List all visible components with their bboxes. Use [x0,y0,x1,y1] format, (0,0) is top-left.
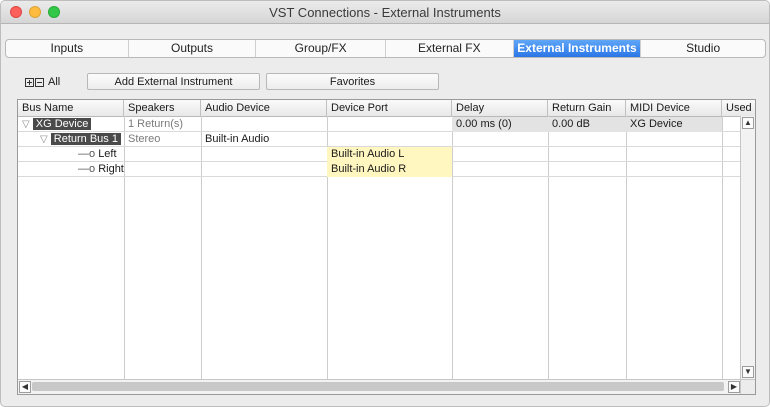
expand-all-icon[interactable] [25,77,34,87]
channel-label: Right [98,163,124,175]
audio-device-cell[interactable] [201,117,327,132]
scroll-right-icon[interactable]: ▶ [728,381,740,393]
horizontal-scroll-thumb[interactable] [32,382,724,391]
column-used[interactable]: Used [722,100,755,116]
scrollbar-corner [740,379,755,394]
collapse-all-icon[interactable] [35,77,44,87]
used-cell [722,117,741,132]
toolbar: All Add External Instrument Favorites [1,71,769,93]
column-speakers[interactable]: Speakers [124,100,201,116]
return-gain-cell [548,162,626,177]
table-row[interactable]: —o Left Built-in Audio L [18,147,741,162]
table-header: Bus Name Speakers Audio Device Device Po… [18,100,755,117]
column-midi-device[interactable]: MIDI Device [626,100,722,116]
tab-bar: Inputs Outputs Group/FX External FX Exte… [5,39,766,58]
used-cell [722,147,741,162]
return-gain-cell[interactable]: 0.00 dB [548,117,626,132]
delay-cell [452,147,548,162]
table-row[interactable]: ▽ Return Bus 1 Stereo Built-in Audio [18,132,741,147]
device-port-cell[interactable]: Built-in Audio R [327,162,452,177]
delay-cell [452,162,548,177]
vertical-scrollbar[interactable]: ▲ ▼ [740,116,755,379]
window-title: VST Connections - External Instruments [269,5,501,20]
tab-studio[interactable]: Studio [641,40,765,57]
bus-name-cell: —o Left [18,147,124,162]
channel-label: Left [98,148,117,160]
bus-name-label: Return Bus 1 [50,133,121,145]
table-row[interactable]: ▽ XG Device 1 Return(s) 0.00 ms (0) 0.00… [18,117,741,132]
scroll-left-icon[interactable]: ◀ [19,381,31,393]
midi-device-cell [626,162,722,177]
midi-device-cell[interactable]: XG Device [626,117,722,132]
bus-name-cell: ▽ Return Bus 1 [18,132,124,147]
vst-connections-window: VST Connections - External Instruments I… [0,0,770,407]
collapse-triangle-icon[interactable]: ▽ [22,119,30,130]
column-return-gain[interactable]: Return Gain [548,100,626,116]
midi-device-cell [626,132,722,147]
bus-name-cell: —o Right [18,162,124,177]
used-cell [722,162,741,177]
scroll-down-icon[interactable]: ▼ [742,366,754,378]
audio-device-cell [201,147,327,162]
channel-connector-icon: —o [78,163,96,175]
tab-outputs[interactable]: Outputs [129,40,257,57]
column-device-port[interactable]: Device Port [327,100,452,116]
tab-external-fx[interactable]: External FX [386,40,514,57]
delay-cell[interactable]: 0.00 ms (0) [452,117,548,132]
speakers-cell: Stereo [128,133,161,145]
channel-connector-icon: —o [78,148,96,160]
bus-name-cell: ▽ XG Device [18,117,124,132]
expand-collapse-all: All [25,76,60,88]
collapse-triangle-icon[interactable]: ▽ [40,134,48,145]
return-gain-cell [548,147,626,162]
audio-device-cell[interactable]: Built-in Audio [201,132,327,147]
title-bar: VST Connections - External Instruments [1,1,769,24]
used-cell [722,132,741,147]
tab-inputs[interactable]: Inputs [6,40,129,57]
device-port-cell[interactable] [327,132,452,147]
tab-group-fx[interactable]: Group/FX [256,40,386,57]
device-port-cell[interactable] [327,117,452,132]
audio-device-cell [201,162,327,177]
return-gain-cell [548,132,626,147]
delay-cell [452,132,548,147]
speakers-cell [124,147,201,162]
device-port-cell[interactable]: Built-in Audio L [327,147,452,162]
speakers-cell: 1 Return(s) [128,118,184,130]
column-delay[interactable]: Delay [452,100,548,116]
all-label: All [48,76,61,88]
connections-table: Bus Name Speakers Audio Device Device Po… [17,99,756,395]
table-row[interactable]: —o Right Built-in Audio R [18,162,741,177]
column-bus-name[interactable]: Bus Name [18,100,124,116]
add-external-instrument-button[interactable]: Add External Instrument [87,73,260,90]
horizontal-scrollbar[interactable]: ◀ ▶ [18,379,741,394]
bus-name-label: XG Device [32,118,92,130]
tab-external-instruments[interactable]: External Instruments [513,40,642,57]
speakers-cell [124,162,201,177]
favorites-button[interactable]: Favorites [266,73,439,90]
scroll-up-icon[interactable]: ▲ [742,117,754,129]
midi-device-cell [626,147,722,162]
column-audio-device[interactable]: Audio Device [201,100,327,116]
